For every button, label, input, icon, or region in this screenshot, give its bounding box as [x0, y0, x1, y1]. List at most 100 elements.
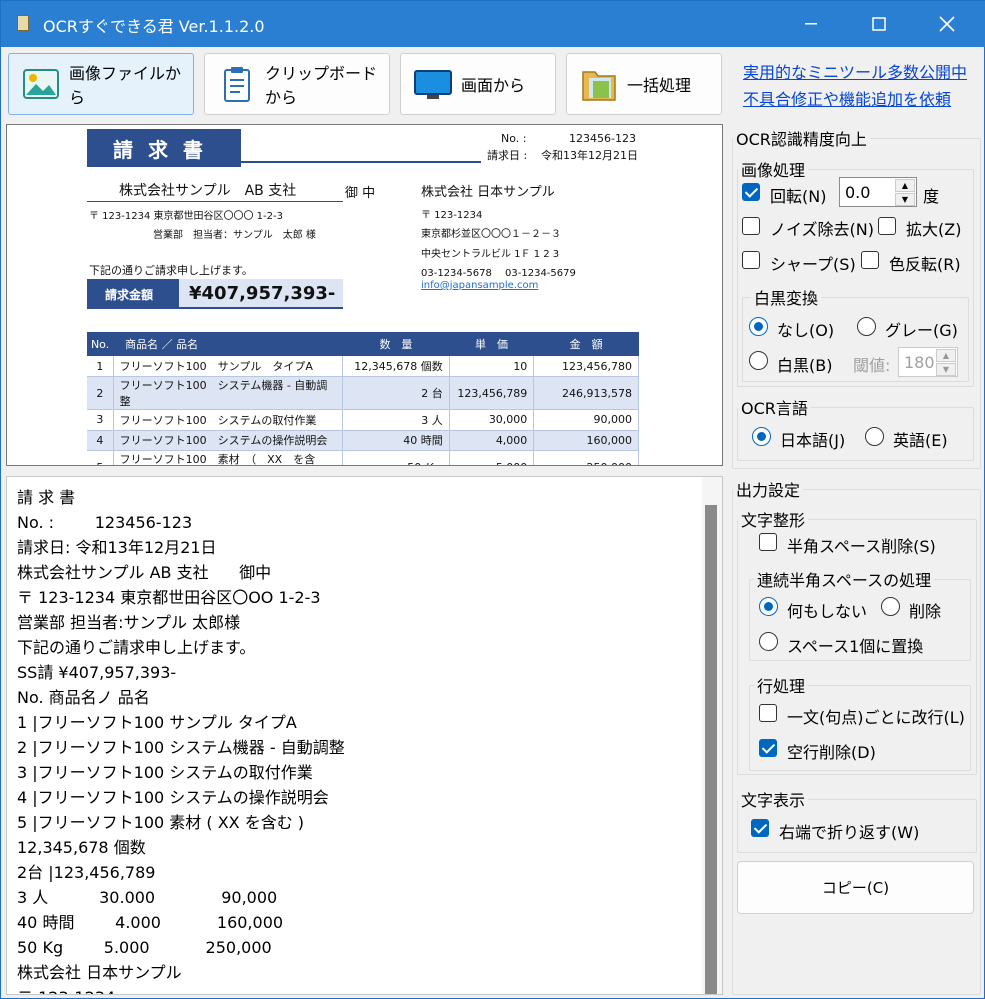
ocr-text-line: No. : 123456-123 [17, 513, 193, 532]
rotate-spinner[interactable]: 0.0 ▲ ▼ [839, 177, 917, 207]
japanese-radio[interactable] [752, 427, 771, 446]
text-display-legend: 文字表示 [741, 791, 806, 810]
ocr-text-line: 下記の通りご請求申し上げます。 [17, 638, 256, 657]
english-label: 英語(E) [893, 431, 948, 450]
wrap-label: 右端で折り返す(W) [779, 823, 920, 842]
break-sentence-label: 一文(句点)ごとに改行(L) [787, 708, 965, 727]
sharp-checkbox[interactable] [742, 251, 760, 269]
table-cell: フリーソフト100 システム機器 - 自動調整 [113, 376, 344, 410]
table-cell: 90,000 [533, 409, 639, 431]
table-row: 1 フリーソフト100 サンプル タイプA 12,345,678 個数 10 123,4… [87, 356, 639, 377]
table-cell: 1 [87, 356, 114, 377]
bw-binary-label: 白黒(B) [777, 356, 833, 375]
bw-binary-radio[interactable] [749, 351, 768, 370]
table-cell: 3 [87, 409, 114, 431]
title-bar[interactable]: OCRすぐできる君 Ver.1.1.2.0 [1, 1, 985, 47]
ocr-text-line: 〒 123-1234 [17, 985, 345, 994]
rotate-checkbox[interactable] [742, 183, 760, 201]
threshold-value: 180 [904, 353, 935, 372]
line-processing-legend: 行処理 [757, 677, 806, 696]
break-sentence-checkbox[interactable] [759, 704, 777, 722]
half-space-delete-checkbox[interactable] [759, 533, 777, 551]
sharp-label: シャープ(S) [770, 255, 856, 274]
invoice-date-value: 令和13年12月21日 [541, 149, 638, 162]
clipboard-button[interactable]: クリップボードから [204, 53, 390, 115]
english-radio[interactable] [865, 427, 884, 446]
ocr-text-line: 請 求 書 [17, 488, 76, 507]
ocr-text-line: 5 |フリーソフト100 素材 ( XX を含む ) [17, 813, 305, 832]
batch-button[interactable]: 一括処理 [566, 53, 722, 115]
invert-checkbox[interactable] [861, 251, 879, 269]
invert-label: 色反転(R) [889, 255, 961, 274]
app-window: OCRすぐできる君 Ver.1.1.2.0 画像ファイルから クリップボードから… [0, 0, 985, 999]
table-cell: 5,000 [449, 450, 535, 465]
table-cell: 30,000 [449, 409, 535, 431]
consecutive-space-legend: 連続半角スペースの処理 [757, 571, 932, 590]
invoice-table: No. 商品名 ／ 品名 数 量 単 価 金 額 1 フリーソフト100 サンプル… [87, 332, 639, 465]
request-link[interactable]: 不具合修正や機能追加を依頼 [743, 86, 951, 110]
blank-line-delete-checkbox[interactable] [759, 739, 777, 757]
bw-legend: 白黒変換 [754, 289, 819, 308]
recipient-address: 〒 123-1234 東京都世田谷区〇〇〇 1-2-3 [89, 211, 283, 222]
half-space-delete-label: 半角スペース削除(S) [787, 537, 936, 556]
table-cell: 4,000 [449, 430, 535, 451]
ocr-language-legend: OCR言語 [741, 399, 808, 418]
table-header: 数 量 [379, 338, 413, 351]
wrap-checkbox[interactable] [751, 819, 769, 837]
ocr-text-line: 1 |フリーソフト100 サンプル タイプA [17, 713, 297, 732]
enlarge-checkbox[interactable] [878, 217, 896, 235]
table-cell: フリーソフト100 システムの操作説明会 [113, 430, 344, 451]
spin-up-icon[interactable]: ▲ [895, 179, 915, 192]
ocr-text-line: 営業部 担当者:サンプル 太郎様 [17, 613, 241, 632]
table-row: 2 フリーソフト100 システム機器 - 自動調整 2 台 123,456,789 24… [87, 376, 639, 410]
sender-tel: 03-1234-5678 03-1234-5679 [421, 268, 576, 279]
table-cell: 12,345,678 個数 [342, 356, 450, 377]
ocr-text-line: 〒 123-1234 東京都世田谷区〇OO 1-2-3 [17, 588, 321, 607]
threshold-label: 閾値: [853, 356, 891, 375]
table-cell: 5 [87, 450, 114, 465]
bw-none-label: なし(O) [777, 321, 835, 340]
bw-none-radio[interactable] [749, 317, 768, 336]
copy-button[interactable]: コピー(C) [737, 861, 974, 914]
screen-button[interactable]: 画面から [400, 53, 556, 115]
table-cell: 123,456,789 [449, 376, 535, 410]
replace-one-radio[interactable] [759, 632, 778, 651]
table-cell: 123,456,780 [533, 356, 639, 377]
threshold-spinner[interactable]: 180 ▲ ▼ [898, 347, 958, 377]
close-icon [939, 16, 955, 32]
scrollbar-thumb[interactable] [705, 505, 717, 994]
spin-down-icon[interactable]: ▼ [895, 193, 915, 206]
spin-up-icon[interactable]: ▲ [936, 349, 956, 362]
close-button[interactable] [913, 1, 981, 47]
table-header: 商品名 ／ 品名 [125, 338, 199, 351]
image-preview[interactable]: 請 求 書 No. : 123456-123 請求日 : 令和13年12月21日… [6, 124, 723, 466]
output-settings-legend: 出力設定 [736, 481, 801, 500]
screen-label: 画面から [461, 76, 526, 95]
table-cell: 4 [87, 430, 114, 451]
enlarge-label: 拡大(Z) [906, 220, 962, 239]
do-nothing-radio[interactable] [759, 597, 778, 616]
batch-label: 一括処理 [627, 76, 692, 95]
sender-mail: info@japansample.com [421, 280, 539, 291]
noise-checkbox[interactable] [742, 217, 760, 235]
sender-zip: 〒 123-1234 [421, 210, 483, 221]
table-cell: 50 Ｋg [342, 450, 450, 465]
ocr-text-line: SS請 ¥407,957,393- [17, 663, 177, 682]
japanese-label: 日本語(J) [780, 431, 846, 450]
degree-label: 度 [923, 187, 940, 206]
tools-link[interactable]: 実用的なミニツール多数公開中 [743, 59, 967, 83]
recipient-underline [87, 201, 343, 202]
text-format-legend: 文字整形 [741, 511, 806, 530]
ocr-text-line: 50 Kg 5.000 250,000 [17, 938, 272, 957]
image-file-button[interactable]: 画像ファイルから [8, 53, 194, 115]
delete-radio[interactable] [881, 597, 900, 616]
window-title: OCRすぐできる君 Ver.1.1.2.0 [43, 17, 265, 36]
minimize-button[interactable] [777, 1, 845, 47]
bw-gray-radio[interactable] [857, 317, 876, 336]
spin-down-icon[interactable]: ▼ [936, 363, 956, 376]
table-cell: 2 [87, 376, 114, 410]
delete-label: 削除 [909, 602, 942, 621]
ocr-text-output[interactable]: 請 求 書 No. : 123456-123 請求日: 令和13年12月21日 株式会… [6, 476, 723, 995]
maximize-button[interactable] [845, 1, 913, 47]
table-cell: 40 時間 [342, 430, 450, 451]
